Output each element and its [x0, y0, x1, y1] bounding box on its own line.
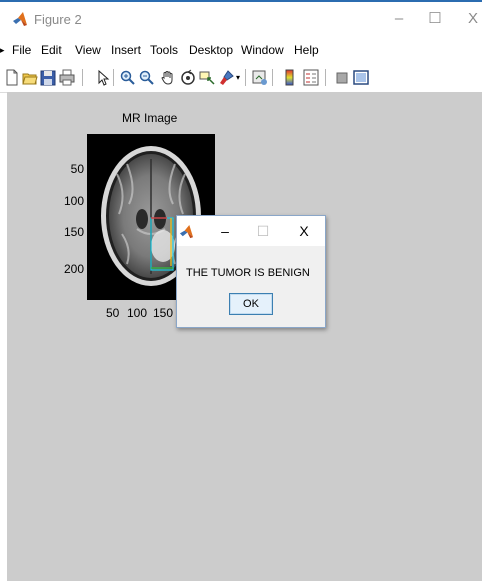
y-tick-label: 50 — [70, 162, 84, 176]
minimize-button[interactable]: – — [384, 8, 414, 30]
dialog-minimize-button[interactable]: – — [213, 221, 237, 241]
toolbar-separator — [113, 69, 114, 86]
hide-plot-tools-icon[interactable] — [334, 69, 350, 86]
save-icon[interactable] — [40, 69, 56, 86]
pan-hand-icon[interactable] — [160, 69, 176, 86]
menu-view[interactable]: View — [75, 43, 101, 57]
dropdown-arrow-icon[interactable]: ▾ — [236, 73, 240, 82]
rotate-3d-icon[interactable] — [180, 69, 196, 86]
toolbar: ▾ — [0, 64, 482, 93]
toolbar-separator — [245, 69, 246, 86]
menu-bar: ▸ File Edit View Insert Tools Desktop Wi… — [0, 40, 482, 62]
dialog-maximize-button: ☐ — [256, 223, 270, 239]
edit-plot-arrow-icon[interactable] — [95, 69, 111, 86]
data-cursor-icon[interactable] — [199, 69, 215, 86]
menu-help[interactable]: Help — [294, 43, 319, 57]
menu-window[interactable]: Window — [241, 43, 284, 57]
insert-legend-icon[interactable] — [303, 69, 319, 86]
zoom-out-icon[interactable] — [139, 69, 155, 86]
zoom-in-icon[interactable] — [120, 69, 136, 86]
y-tick-label: 200 — [63, 262, 84, 276]
window-title: Figure 2 — [34, 12, 82, 27]
dialog-message: THE TUMOR IS BENIGN — [186, 267, 310, 279]
window-titlebar[interactable]: Figure 2 – ☐ X — [0, 2, 482, 36]
maximize-button[interactable]: ☐ — [420, 8, 450, 30]
link-plot-icon[interactable] — [252, 69, 268, 86]
message-dialog: – ☐ X THE TUMOR IS BENIGN OK — [176, 215, 326, 328]
y-tick-label: 100 — [63, 194, 84, 208]
menu-arrow-icon: ▸ — [0, 45, 5, 55]
dialog-close-button[interactable]: X — [292, 221, 316, 241]
insert-colorbar-icon[interactable] — [282, 69, 298, 86]
toolbar-separator — [272, 69, 273, 86]
show-plot-tools-icon[interactable] — [353, 69, 369, 86]
matlab-logo-icon — [13, 12, 27, 26]
ok-button[interactable]: OK — [229, 293, 273, 315]
menu-tools[interactable]: Tools — [150, 43, 178, 57]
matlab-logo-icon — [179, 224, 194, 239]
brush-icon[interactable] — [219, 69, 235, 86]
menu-file[interactable]: File — [12, 43, 31, 57]
toolbar-separator — [82, 69, 83, 86]
toolbar-separator — [325, 69, 326, 86]
y-tick-label: 150 — [63, 225, 84, 239]
dialog-titlebar[interactable]: – ☐ X — [177, 216, 325, 246]
x-tick-label: 150 — [153, 306, 174, 320]
print-icon[interactable] — [59, 69, 75, 86]
menu-desktop[interactable]: Desktop — [189, 43, 233, 57]
new-figure-icon[interactable] — [4, 69, 20, 86]
open-file-icon[interactable] — [22, 69, 38, 86]
close-button[interactable]: X — [458, 8, 482, 30]
menu-edit[interactable]: Edit — [41, 43, 62, 57]
x-tick-label: 100 — [127, 306, 148, 320]
x-tick-label: 50 — [106, 306, 120, 320]
menu-insert[interactable]: Insert — [111, 43, 141, 57]
axes-title: MR Image — [122, 111, 178, 125]
